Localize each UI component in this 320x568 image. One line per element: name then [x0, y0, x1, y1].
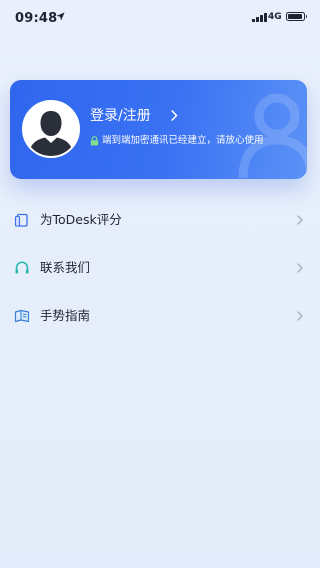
chevron-right-icon[interactable]	[171, 110, 178, 121]
status-bar: 09:48 4G	[0, 0, 320, 34]
lock-icon	[90, 136, 99, 146]
headset-icon	[15, 261, 29, 274]
default-user-icon	[24, 102, 78, 156]
menu-item-rate[interactable]: 为ToDesk评分	[0, 196, 320, 244]
chevron-right-icon	[297, 215, 303, 225]
guide-book-icon	[14, 309, 30, 323]
menu-item-label: 为ToDesk评分	[40, 212, 122, 227]
encryption-status-text: 端到端加密通讯已经建立，请放心使用	[102, 135, 264, 146]
profile-card[interactable]: 登录/注册 端到端加密通讯已经建立，请放心使用	[10, 80, 307, 179]
menu-item-label: 手势指南	[40, 308, 91, 323]
chevron-right-icon	[297, 311, 303, 321]
user-watermark-icon	[238, 93, 307, 178]
battery-icon	[286, 12, 307, 21]
network-type: 4G	[268, 12, 282, 22]
encryption-status: 端到端加密通讯已经建立，请放心使用	[90, 135, 264, 147]
menu-item-gesture-guide[interactable]: 手势指南	[0, 292, 320, 340]
menu-item-label: 联系我们	[40, 260, 91, 275]
signal-strength-icon	[252, 13, 267, 22]
login-register-link[interactable]: 登录/注册	[90, 107, 151, 125]
menu-item-contact[interactable]: 联系我们	[0, 244, 320, 292]
settings-menu: 为ToDesk评分 联系我们 手势指南	[0, 196, 320, 340]
avatar[interactable]	[22, 100, 80, 158]
rate-icon	[14, 213, 28, 227]
location-arrow-icon	[56, 12, 65, 21]
status-time: 09:48	[15, 11, 58, 26]
chevron-right-icon	[297, 263, 303, 273]
